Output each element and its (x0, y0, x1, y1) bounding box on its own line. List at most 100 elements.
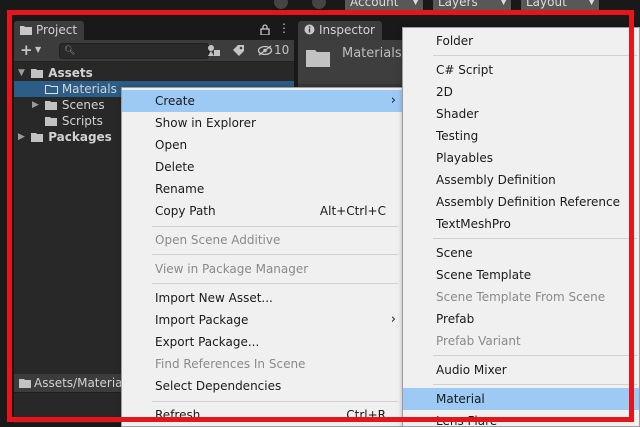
collab-icon[interactable] (274, 0, 288, 9)
menu-item-open-scene-additive: Open Scene Additive (122, 229, 402, 251)
cloud-icon[interactable] (312, 0, 326, 9)
submenu-item-playables[interactable]: Playables (403, 147, 639, 169)
menu-item-label: Delete (155, 160, 195, 174)
menu-item-rename[interactable]: Rename (122, 178, 402, 200)
menu-separator (433, 238, 637, 239)
menu-item-label: Folder (436, 34, 474, 48)
menu-item-label: View in Package Manager (155, 262, 309, 276)
search-icon: 🔍︎ (64, 46, 76, 56)
submenu-item-testing[interactable]: Testing (403, 125, 639, 147)
create-submenu: Folder C# Script 2D Shader Testing Playa… (402, 27, 640, 427)
menu-item-show-in-explorer[interactable]: Show in Explorer (122, 112, 402, 134)
shortcut-label: Alt+Ctrl+C (319, 204, 386, 218)
submenu-item-textmeshpro[interactable]: TextMeshPro (403, 213, 639, 235)
menu-separator (152, 254, 398, 255)
menu-item-create[interactable]: Create › (122, 90, 402, 112)
tree-item-label: Materials (61, 82, 117, 96)
menu-item-label: Create (155, 94, 195, 108)
project-folder-icon (20, 25, 32, 35)
menu-item-label: Show in Explorer (155, 116, 256, 130)
menu-item-label: TextMeshPro (436, 217, 511, 231)
tab-inspector[interactable]: Inspector (298, 21, 382, 40)
submenu-item-prefab-variant: Prefab Variant (403, 330, 639, 352)
menu-separator (433, 384, 637, 385)
menu-item-label: Scene Template From Scene (436, 290, 606, 304)
tree-item-label: Scripts (61, 114, 103, 128)
chevron-down-icon[interactable]: ▼ (35, 45, 41, 54)
lock-icon[interactable] (260, 24, 270, 35)
submenu-item-folder[interactable]: Folder (403, 30, 639, 52)
expand-triangle-icon[interactable]: ▶ (18, 129, 25, 145)
more-options-icon[interactable]: ⋮ (278, 21, 290, 35)
submenu-item-scene-template[interactable]: Scene Template (403, 264, 639, 286)
folder-icon (45, 84, 58, 94)
chevron-down-icon: ▼ (500, 0, 507, 7)
submenu-item-material[interactable]: Material (403, 388, 639, 410)
hidden-packages-count: 10 (274, 43, 290, 57)
shortcut-label: Ctrl+R (346, 408, 386, 422)
layers-dropdown[interactable]: Layers ▼ (433, 0, 511, 11)
chevron-down-icon: ▼ (412, 0, 419, 7)
menu-item-label: Testing (436, 129, 479, 143)
menu-item-import-new-asset[interactable]: Import New Asset... (122, 287, 402, 309)
submenu-item-lens-flare[interactable]: Lens Flare (403, 410, 639, 427)
submenu-item-assembly-definition-reference[interactable]: Assembly Definition Reference (403, 191, 639, 213)
tree-item-label: Assets (48, 66, 93, 80)
project-tabbar: Project ⋮ (14, 18, 294, 40)
menu-item-label: Import Package (155, 313, 249, 327)
main-toolbar: Account ▼ Layers ▼ Layout ▼ (0, 0, 640, 12)
menu-item-copy-path[interactable]: Copy Path Alt+Ctrl+C (122, 200, 402, 222)
menu-separator (433, 55, 637, 56)
submenu-item-prefab[interactable]: Prefab (403, 308, 639, 330)
menu-item-label: Shader (436, 107, 479, 121)
filter-by-type-icon[interactable] (207, 44, 221, 57)
submenu-item-assembly-definition[interactable]: Assembly Definition (403, 169, 639, 191)
chevron-right-icon: › (390, 93, 396, 108)
menu-item-import-package[interactable]: Import Package › (122, 309, 402, 331)
tab-project[interactable]: Project (14, 21, 84, 40)
submenu-item-audio-mixer[interactable]: Audio Mixer (403, 359, 639, 381)
submenu-item-shader[interactable]: Shader (403, 103, 639, 125)
menu-item-export-package[interactable]: Export Package... (122, 331, 402, 353)
menu-item-refresh[interactable]: Refresh Ctrl+R (122, 404, 402, 426)
menu-item-label: Copy Path (155, 204, 216, 218)
inspector-object-name: Materials (342, 46, 402, 61)
menu-item-label: Prefab Variant (436, 334, 521, 348)
folder-open-icon (31, 68, 43, 78)
project-header: + ▼ 🔍︎ 10 (14, 40, 294, 62)
expand-triangle-icon[interactable]: ▼ (18, 65, 25, 81)
tree-item-assets[interactable]: ▼ Assets (14, 65, 294, 81)
menu-item-delete[interactable]: Delete (122, 156, 402, 178)
menu-item-open[interactable]: Open (122, 134, 402, 156)
filter-by-label-icon[interactable] (232, 44, 245, 57)
submenu-item-scene[interactable]: Scene (403, 242, 639, 264)
menu-item-find-references-in-scene: Find References In Scene (122, 353, 402, 375)
menu-separator (152, 283, 398, 284)
chevron-down-icon: ▼ (588, 0, 595, 7)
layout-dropdown[interactable]: Layout ▼ (521, 0, 599, 11)
submenu-item-csharp-script[interactable]: C# Script (403, 59, 639, 81)
expand-triangle-icon[interactable]: ▶ (32, 97, 39, 113)
menu-item-label: Rename (155, 182, 205, 196)
menu-item-select-dependencies[interactable]: Select Dependencies (122, 375, 402, 397)
search-input[interactable]: 🔍︎ (59, 43, 209, 59)
menu-item-label: C# Script (436, 63, 494, 77)
tab-inspector-label: Inspector (319, 23, 375, 37)
hidden-packages-icon[interactable] (257, 45, 273, 56)
menu-item-label: Export Package... (155, 335, 260, 349)
large-folder-icon (306, 50, 330, 67)
account-dropdown[interactable]: Account ▼ (345, 0, 423, 11)
menu-item-label: Scene (436, 246, 473, 260)
menu-item-label: Scene Template (436, 268, 532, 282)
path-label: Assets/Materials (34, 376, 133, 390)
menu-item-label: Prefab (436, 312, 475, 326)
layers-label: Layers (438, 0, 478, 9)
menu-item-label: Audio Mixer (436, 363, 507, 377)
layout-label: Layout (526, 0, 567, 9)
info-icon (304, 24, 315, 35)
context-menu: Create › Show in Explorer Open Delete Ren… (121, 87, 403, 427)
add-icon[interactable]: + (20, 41, 33, 59)
submenu-item-scene-template-from-scene: Scene Template From Scene (403, 286, 639, 308)
account-label: Account (350, 0, 399, 9)
submenu-item-2d[interactable]: 2D (403, 81, 639, 103)
